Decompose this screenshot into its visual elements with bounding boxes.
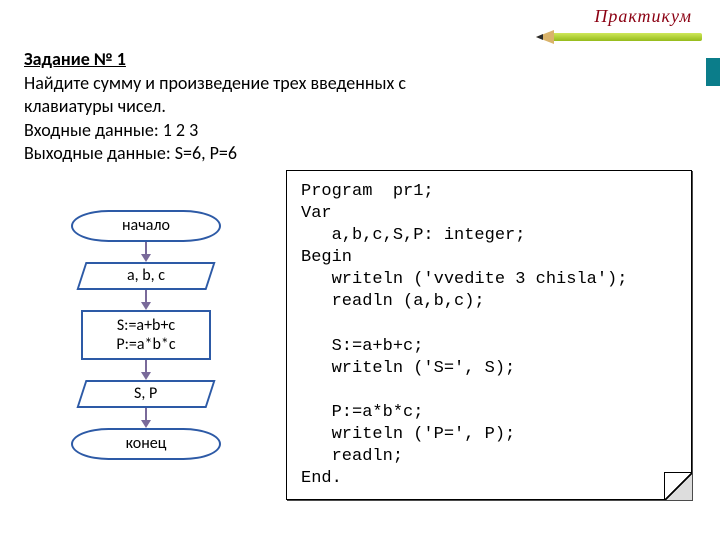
code-l2: Var	[301, 204, 332, 223]
flow-proc-line1: S:=a+b+c	[87, 316, 205, 335]
code-l8: S:=a+b+c;	[301, 337, 423, 356]
code-l1: Program pr1;	[301, 182, 434, 201]
flow-end: конец	[71, 428, 221, 460]
task-desc-line1: Найдите сумму и произведение трех введен…	[24, 72, 696, 95]
code-l13: readln;	[301, 447, 403, 466]
pencil-icon	[542, 29, 692, 45]
flow-input: a, b, c	[76, 262, 215, 290]
side-tab-decoration	[706, 58, 720, 86]
code-l5: writeln ('vvedite 3 chisla');	[301, 270, 627, 289]
task-input: Входные данные: 1 2 3	[24, 119, 696, 142]
flow-proc-line2: P:=a*b*c	[87, 335, 205, 354]
page-fold-icon	[664, 472, 692, 500]
brand-text: Практикум	[542, 6, 692, 27]
code-l11: P:=a*b*c;	[301, 403, 423, 422]
flow-process: S:=a+b+c P:=a*b*c	[81, 310, 211, 360]
flowchart: начало a, b, c S:=a+b+c P:=a*b*c S, P ко…	[46, 210, 246, 460]
task-output: Выходные данные: S=6, P=6	[24, 142, 696, 165]
flow-output-label: S, P	[134, 382, 157, 406]
task-desc-line2: клавиатуры чисел.	[24, 95, 696, 118]
flow-output: S, P	[76, 380, 215, 408]
flow-input-label: a, b, c	[127, 264, 165, 288]
flow-start: начало	[71, 210, 221, 242]
code-l3: a,b,c,S,P: integer;	[301, 226, 525, 245]
code-l4: Begin	[301, 248, 352, 267]
code-l9: writeln ('S=', S);	[301, 359, 515, 378]
code-listing: Program pr1; Var a,b,c,S,P: integer; Beg…	[286, 170, 692, 500]
code-l12: writeln ('P=', P);	[301, 425, 515, 444]
brand-logo: Практикум	[542, 6, 692, 58]
code-l14: End.	[301, 469, 342, 488]
code-l6: readln (a,b,c);	[301, 292, 485, 311]
